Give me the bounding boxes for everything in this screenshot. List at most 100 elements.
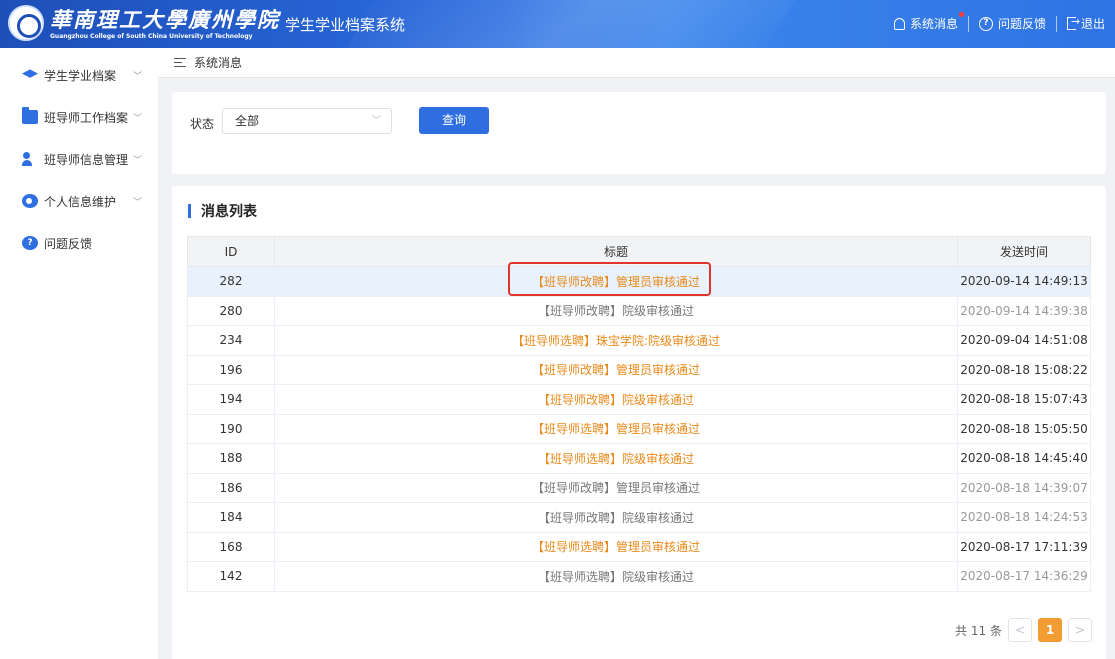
- next-page-button[interactable]: >: [1068, 618, 1092, 642]
- breadcrumb-label: 系统消息: [194, 56, 243, 70]
- chevron-down-icon: ﹀: [132, 113, 142, 124]
- sidebar-item-label: 学生学业档案: [44, 68, 117, 83]
- sidebar-item-tutor-work-archive[interactable]: 班导师工作档案 ﹀: [0, 96, 158, 138]
- message-id: 282: [187, 266, 275, 297]
- unread-dot: [958, 12, 964, 17]
- logout-label: 退出: [1080, 17, 1105, 31]
- message-id: 280: [187, 295, 275, 326]
- gear-icon: [22, 194, 38, 208]
- highlight-annotation: [508, 262, 711, 296]
- message-title-link[interactable]: 【班导师选聘】院级审核通过: [274, 561, 958, 592]
- message-id: 184: [187, 502, 275, 533]
- menu-toggle-icon[interactable]: [174, 58, 186, 67]
- sidebar-item-feedback[interactable]: ? 问题反馈: [0, 222, 158, 264]
- table-row[interactable]: 280 【班导师改聘】院级审核通过 2020-09-14 14:39:38: [187, 295, 1091, 326]
- school-logo-text: 華南理工大學廣州學院: [50, 7, 280, 32]
- message-id: 194: [187, 384, 275, 415]
- message-time: 2020-08-18 15:08:22: [957, 354, 1091, 385]
- message-title-link[interactable]: 【班导师选聘】院级审核通过: [274, 443, 958, 474]
- table-row[interactable]: 190 【班导师选聘】管理员审核通过 2020-08-18 15:05:50: [187, 413, 1091, 444]
- chevron-down-icon: ﹀: [132, 71, 142, 82]
- pagination: 共 11 条 < 1 >: [955, 618, 1092, 642]
- message-list-title: 消息列表: [201, 204, 257, 220]
- sidebar: 学生学业档案 ﹀ 班导师工作档案 ﹀ 班导师信息管理 ﹀ 个人信息维护 ﹀ ? …: [0, 48, 158, 659]
- system-messages-link[interactable]: 系统消息: [893, 12, 964, 32]
- table-row[interactable]: 188 【班导师选聘】院级审核通过 2020-08-18 14:45:40: [187, 443, 1091, 474]
- message-title-link[interactable]: 【班导师改聘】院级审核通过: [274, 384, 958, 415]
- message-time: 2020-08-18 15:07:43: [957, 384, 1091, 415]
- sidebar-item-label: 班导师工作档案: [44, 110, 129, 125]
- query-button[interactable]: 查询: [419, 107, 489, 134]
- message-time: 2020-08-18 15:05:50: [957, 413, 1091, 444]
- logout-link[interactable]: 退出: [1066, 15, 1105, 32]
- sidebar-item-student-archive[interactable]: 学生学业档案 ﹀: [0, 54, 158, 96]
- chevron-down-icon: ﹀: [132, 155, 142, 166]
- chevron-down-icon: ﹀: [132, 197, 142, 208]
- message-time: 2020-08-17 14:36:29: [957, 561, 1091, 592]
- bell-icon: [893, 18, 905, 30]
- logout-icon: [1066, 15, 1080, 30]
- table-row[interactable]: 184 【班导师改聘】院级审核通过 2020-08-18 14:24:53: [187, 502, 1091, 533]
- current-page-button[interactable]: 1: [1038, 618, 1062, 642]
- table-row[interactable]: 234 【班导师选聘】珠宝学院:院级审核通过 2020-09-04 14:51:…: [187, 325, 1091, 356]
- sidebar-item-label: 个人信息维护: [44, 194, 117, 209]
- feedback-link[interactable]: ? 问题反馈: [978, 15, 1046, 32]
- sidebar-item-tutor-info[interactable]: 班导师信息管理 ﹀: [0, 138, 158, 180]
- top-header: 華南理工大學廣州學院 Guangzhou College of South Ch…: [0, 0, 1115, 48]
- table-row[interactable]: 186 【班导师改聘】管理员审核通过 2020-08-18 14:39:07: [187, 472, 1091, 503]
- message-time: 2020-08-18 14:45:40: [957, 443, 1091, 474]
- message-id: 142: [187, 561, 275, 592]
- message-time: 2020-09-04 14:51:08: [957, 325, 1091, 356]
- message-time: 2020-08-18 14:39:07: [957, 472, 1091, 503]
- graduation-cap-icon: [22, 69, 38, 78]
- user-list-icon: [22, 152, 38, 166]
- status-label: 状态: [190, 117, 215, 131]
- message-title-link[interactable]: 【班导师选聘】管理员审核通过: [274, 413, 958, 444]
- header-actions: 系统消息 ? 问题反馈 退出: [893, 12, 1105, 32]
- message-title-link[interactable]: 【班导师改聘】管理员审核通过: [274, 472, 958, 503]
- pagination-total: 共 11 条: [955, 623, 1002, 638]
- chevron-down-icon: ﹀: [371, 116, 381, 126]
- message-title-link[interactable]: 【班导师选聘】珠宝学院:院级审核通过: [274, 325, 958, 356]
- header-divider: [1055, 15, 1057, 32]
- message-id: 190: [187, 413, 275, 444]
- school-logo-english: Guangzhou College of South China Univers…: [50, 33, 253, 40]
- header-divider: [967, 15, 969, 32]
- title-accent-bar: [188, 204, 191, 218]
- message-title-link[interactable]: 【班导师改聘】院级审核通过: [274, 502, 958, 533]
- table-row[interactable]: 194 【班导师改聘】院级审核通过 2020-08-18 15:07:43: [187, 384, 1091, 415]
- message-title-link[interactable]: 【班导师改聘】管理员审核通过: [274, 354, 958, 385]
- sidebar-item-label: 班导师信息管理: [44, 152, 129, 167]
- sidebar-item-label: 问题反馈: [44, 236, 93, 251]
- folder-icon: [22, 107, 38, 124]
- message-id: 186: [187, 472, 275, 503]
- filter-panel: 状态 全部 ﹀ 查询: [172, 92, 1106, 174]
- message-list-panel: 消息列表 ID 标题 发送时间 282 【班导师改聘】管理员审核通过 2020-…: [172, 186, 1106, 659]
- breadcrumb: 系统消息: [158, 48, 1115, 78]
- sidebar-item-personal-info[interactable]: 个人信息维护 ﹀: [0, 180, 158, 222]
- question-icon: ?: [22, 236, 38, 250]
- message-time: 2020-09-14 14:49:13: [957, 266, 1091, 297]
- column-header-id: ID: [187, 236, 275, 267]
- table-row[interactable]: 142 【班导师选聘】院级审核通过 2020-08-17 14:36:29: [187, 561, 1091, 592]
- feedback-label: 问题反馈: [997, 17, 1046, 31]
- column-header-time: 发送时间: [957, 236, 1091, 267]
- school-emblem-icon: [8, 5, 44, 41]
- message-time: 2020-08-18 14:24:53: [957, 502, 1091, 533]
- message-id: 196: [187, 354, 275, 385]
- message-title-link[interactable]: 【班导师选聘】管理员审核通过: [274, 531, 958, 562]
- status-select-value: 全部: [235, 114, 260, 128]
- message-time: 2020-08-17 17:11:39: [957, 531, 1091, 562]
- table-row[interactable]: 168 【班导师选聘】管理员审核通过 2020-08-17 17:11:39: [187, 531, 1091, 562]
- question-circle-icon: ?: [978, 16, 993, 31]
- message-id: 168: [187, 531, 275, 562]
- message-list-heading: 消息列表: [188, 201, 257, 221]
- system-messages-label: 系统消息: [909, 17, 958, 31]
- message-id: 234: [187, 325, 275, 356]
- status-select[interactable]: 全部 ﹀: [222, 108, 392, 134]
- prev-page-button[interactable]: <: [1008, 618, 1032, 642]
- table-row[interactable]: 196 【班导师改聘】管理员审核通过 2020-08-18 15:08:22: [187, 354, 1091, 385]
- message-time: 2020-09-14 14:39:38: [957, 295, 1091, 326]
- system-title: 学生学业档案系统: [285, 16, 406, 34]
- message-title-link[interactable]: 【班导师改聘】院级审核通过: [274, 295, 958, 326]
